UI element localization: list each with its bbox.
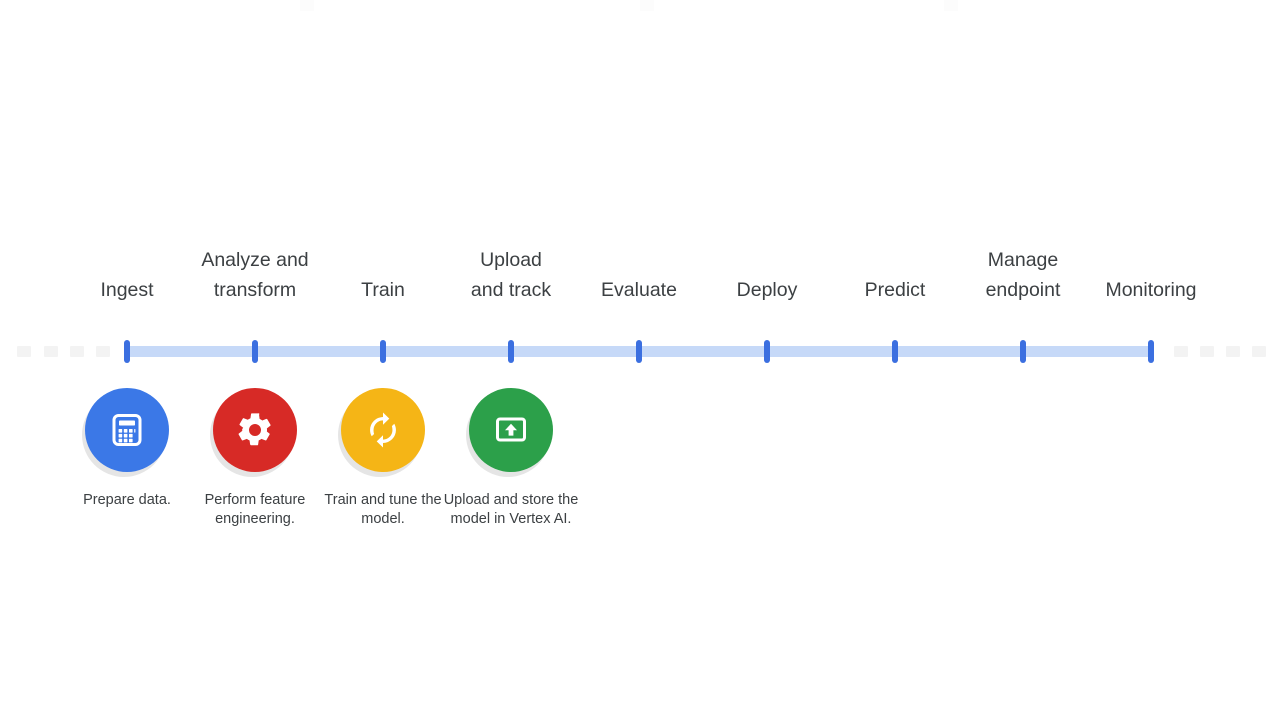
rail-trail-dash	[1174, 346, 1188, 357]
rail-tick-manage-endpoint[interactable]	[1020, 340, 1026, 363]
step-bubble-red[interactable]	[213, 388, 297, 472]
calculator-icon	[107, 410, 147, 450]
phase-label-text-line1: Upload	[480, 249, 542, 271]
step-caption: Upload and store the model in Vertex AI.	[443, 492, 579, 528]
rail-lead-dash	[44, 346, 58, 357]
timeline-rail	[0, 330, 1280, 374]
rail-tick-evaluate[interactable]	[636, 340, 642, 363]
rail-tick-monitoring[interactable]	[1148, 340, 1154, 363]
rail-lead-dash	[70, 346, 84, 357]
rail-tick-ingest[interactable]	[124, 340, 130, 363]
rail-trail-dash	[1200, 346, 1214, 357]
step-row: Prepare data. Perform feature engineerin…	[0, 388, 1280, 563]
rail-tick-train[interactable]	[380, 340, 386, 363]
upload-icon	[490, 409, 532, 451]
rail-trail-dash	[1252, 346, 1266, 357]
step-bubble-yellow[interactable]	[341, 388, 425, 472]
phase-label-text-line1: Manage	[987, 249, 1059, 271]
phase-label-monitoring: Monitoring	[1076, 275, 1226, 305]
rail-tick-deploy[interactable]	[764, 340, 770, 363]
phase-label-text-line1: Analyze and	[201, 249, 309, 271]
rail-tick-upload-track[interactable]	[508, 340, 514, 363]
step-bubble-blue[interactable]	[85, 388, 169, 472]
rail-tick-analyze-transform[interactable]	[252, 340, 258, 363]
rail-lead-dash	[96, 346, 110, 357]
rail-trail-dash	[1226, 346, 1240, 357]
rail-lead-dash	[17, 346, 31, 357]
sync-icon	[362, 409, 404, 451]
workflow-diagram: Ingest Analyze and transform Train Uploa…	[0, 0, 1280, 720]
phase-label-row: Ingest Analyze and transform Train Uploa…	[0, 243, 1280, 305]
gear-icon	[235, 410, 275, 450]
rail-tick-predict[interactable]	[892, 340, 898, 363]
step-bubble-green[interactable]	[469, 388, 553, 472]
phase-label-text: Monitoring	[1105, 279, 1197, 301]
step-upload-and-store-model[interactable]: Upload and store the model in Vertex AI.	[436, 388, 586, 530]
